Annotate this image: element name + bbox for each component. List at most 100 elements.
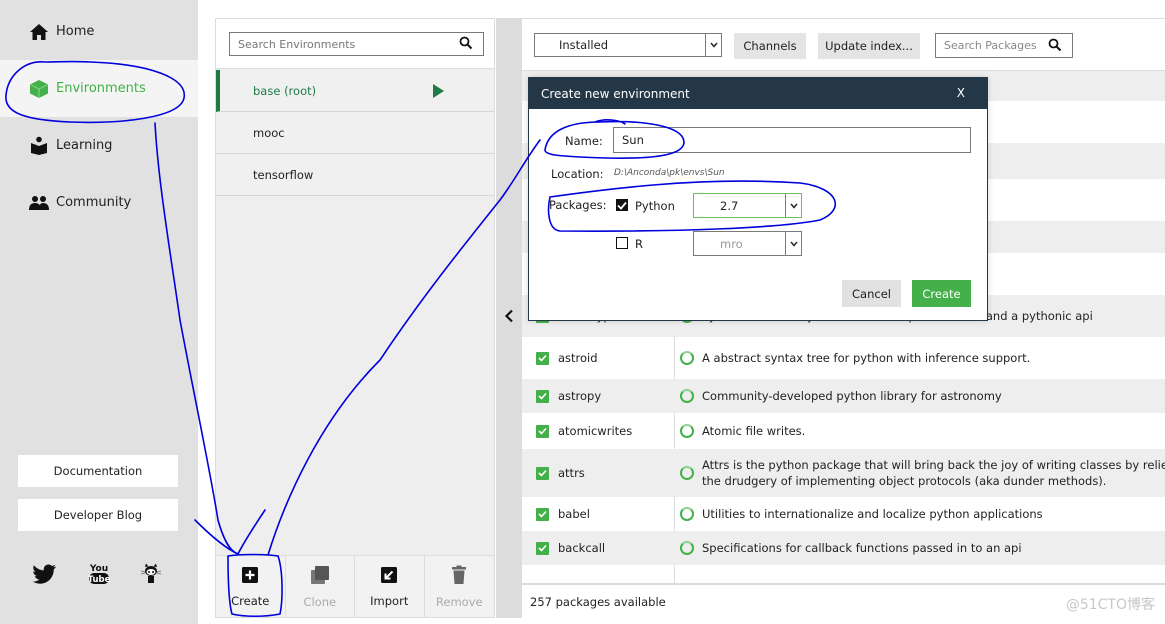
package-row[interactable]: attrs Attrs is the python package that wi… (522, 449, 1165, 497)
package-installed-checkbox[interactable] (536, 424, 549, 438)
clone-label: Clone (303, 595, 337, 609)
package-installed-checkbox[interactable] (536, 351, 549, 365)
package-installed-checkbox[interactable] (536, 466, 549, 480)
remove-label: Remove (435, 595, 483, 609)
packages-label: Packages: (549, 198, 607, 212)
location-label: Location: (551, 167, 604, 181)
package-status-icon (680, 389, 694, 403)
anaconda-navigator: Home Environments Learning Community Doc… (0, 0, 1165, 624)
package-installed-checkbox[interactable] (536, 507, 549, 521)
nav-item-community[interactable]: Community (0, 174, 198, 231)
package-description: Specifications for callback functions pa… (702, 541, 1022, 555)
book-reader-icon (28, 136, 50, 156)
nav-label: Environments (56, 81, 146, 96)
search-icon[interactable] (1048, 38, 1062, 55)
developer-blog-button[interactable]: Developer Blog (18, 499, 178, 531)
cancel-button[interactable]: Cancel (842, 280, 901, 307)
create-environment-button[interactable]: Create (216, 556, 286, 618)
svg-text:You: You (89, 564, 108, 574)
home-icon (28, 22, 50, 42)
package-row[interactable]: astroid A abstract syntax tree for python… (522, 337, 1165, 379)
environment-name-input[interactable]: Sun (613, 127, 971, 153)
twitter-icon[interactable] (32, 562, 58, 586)
package-description: A abstract syntax tree for python with i… (702, 351, 1031, 365)
nav-item-environments[interactable]: Environments (0, 60, 198, 117)
documentation-button[interactable]: Documentation (18, 455, 178, 487)
environments-panel: Search Environments base (root) mooc ten… (215, 18, 495, 618)
create-label: Create (231, 594, 270, 608)
create-environment-dialog: Create new environment X Name: Sun Locat… (528, 77, 988, 321)
nav-label: Home (56, 24, 95, 39)
location-value: D:\Anconda\pk\envs\Sun (614, 168, 725, 178)
search-icon[interactable] (459, 36, 473, 53)
remove-environment-button[interactable]: Remove (425, 556, 495, 618)
dialog-header: Create new environment X (529, 78, 987, 109)
search-environments-input[interactable]: Search Environments (229, 32, 484, 56)
collapse-strip (496, 18, 522, 618)
clone-environment-button[interactable]: Clone (286, 556, 355, 618)
environment-name-value: Sun (622, 133, 644, 147)
environment-item-tensorflow[interactable]: tensorflow (216, 154, 494, 196)
search-environments-placeholder: Search Environments (238, 37, 356, 51)
play-icon[interactable] (433, 84, 444, 98)
environments-search-bar: Search Environments (216, 19, 494, 69)
package-status-icon (680, 541, 694, 555)
package-description: Community-developed python library for a… (702, 389, 1002, 403)
environment-name: mooc (253, 125, 285, 140)
r-version-select[interactable]: mro (693, 231, 802, 256)
package-installed-checkbox[interactable] (536, 541, 549, 555)
nav-label: Community (56, 195, 132, 210)
search-packages-input[interactable]: Search Packages (935, 33, 1073, 58)
package-description: Atomic file writes. (702, 424, 806, 438)
people-icon (28, 193, 50, 213)
youtube-icon[interactable]: You Tube (86, 562, 112, 586)
dialog-title: Create new environment (541, 86, 690, 101)
package-description: Attrs is the python package that will br… (702, 458, 1165, 488)
import-icon (380, 566, 398, 587)
package-row[interactable]: astropy Community-developed python librar… (522, 379, 1165, 413)
import-environment-button[interactable]: Import (355, 556, 425, 618)
python-label: Python (635, 199, 675, 213)
name-label: Name: (565, 134, 603, 148)
github-icon[interactable] (138, 562, 164, 586)
plus-square-icon (241, 566, 259, 587)
chevron-left-icon[interactable] (504, 309, 514, 327)
close-button[interactable]: X (957, 86, 965, 100)
import-label: Import (370, 594, 409, 608)
package-installed-checkbox[interactable] (536, 389, 549, 403)
package-name: babel (558, 507, 590, 521)
environment-name: tensorflow (253, 167, 314, 182)
package-status-icon (680, 351, 694, 365)
r-checkbox[interactable] (616, 237, 628, 249)
package-row[interactable]: backcall Specifications for callback func… (522, 531, 1165, 565)
cube-icon (28, 79, 50, 99)
environment-item-base[interactable]: base (root) (216, 70, 494, 112)
package-name: astropy (558, 389, 602, 403)
r-version-value: mro (720, 236, 743, 251)
nav-item-learning[interactable]: Learning (0, 117, 198, 174)
package-filter-select[interactable]: Installed (534, 33, 722, 57)
package-filter-value: Installed (559, 38, 608, 52)
package-name: astroid (558, 351, 598, 365)
update-index-button[interactable]: Update index... (818, 33, 920, 59)
package-row[interactable]: babel Utilities to internationalize and l… (522, 497, 1165, 531)
svg-text:Tube: Tube (88, 575, 110, 585)
package-row[interactable]: atomicwrites Atomic file writes. (522, 413, 1165, 449)
environment-name: base (root) (253, 83, 317, 98)
packages-footer: 257 packages available @51CTO博客 (522, 583, 1165, 619)
watermark: @51CTO博客 (1065, 597, 1155, 613)
create-button[interactable]: Create (912, 280, 971, 307)
nav-item-home[interactable]: Home (0, 3, 198, 60)
left-navigation: Home Environments Learning Community Doc… (0, 0, 198, 624)
python-version-select[interactable]: 2.7 (693, 193, 802, 218)
python-checkbox[interactable] (616, 199, 628, 211)
package-name: backcall (558, 541, 606, 555)
package-description: Utilities to internationalize and locali… (702, 507, 1043, 521)
python-version-value: 2.7 (720, 198, 739, 213)
r-label: R (635, 237, 643, 251)
channels-button[interactable]: Channels (734, 33, 806, 59)
packages-toolbar: Installed Channels Update index... Searc… (522, 19, 1165, 71)
environment-actions-bar: Create Clone Import Remove (216, 555, 495, 618)
package-status-icon (680, 507, 694, 521)
environment-item-mooc[interactable]: mooc (216, 112, 494, 154)
